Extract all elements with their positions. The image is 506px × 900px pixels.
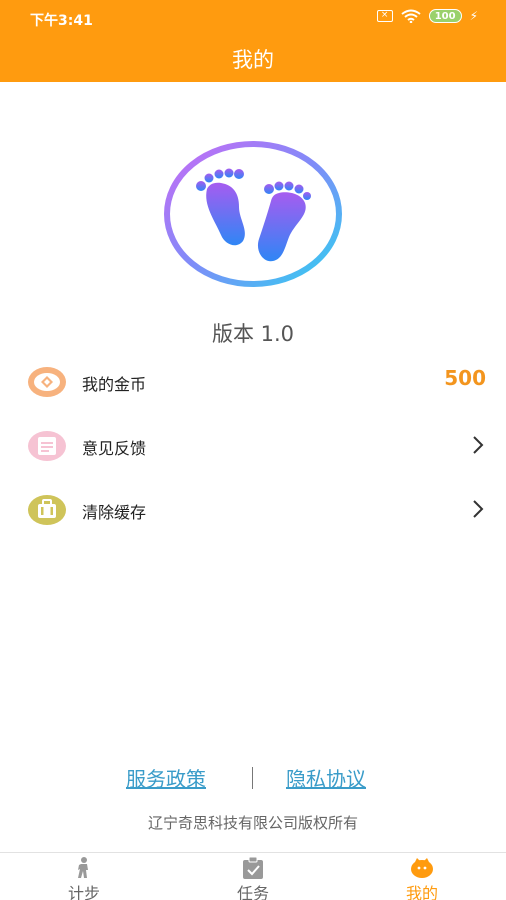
link-divider — [252, 767, 253, 789]
feedback-label: 意见反馈 — [82, 439, 147, 458]
status-bar: 下午3:41 × 100 ⚡ — [0, 0, 506, 34]
tab-steps-label: 计步 — [67, 884, 100, 900]
feedback-icon — [28, 431, 66, 461]
copyright-text: 辽宁奇思科技有限公司版权所有 — [147, 814, 358, 832]
coins-value: 500 — [444, 366, 486, 390]
menu-item-coins[interactable]: 我的金币 500 — [0, 354, 506, 414]
wifi-icon — [401, 9, 421, 23]
app-version: 版本 1.0 — [211, 322, 295, 346]
top-app-bar: 下午3:41 × 100 ⚡ 我的 — [0, 0, 506, 82]
charging-icon: ⚡ — [469, 9, 478, 23]
face-icon — [411, 858, 433, 878]
tab-steps[interactable]: 计步 — [0, 853, 168, 900]
menu-item-feedback[interactable]: 意见反馈 — [0, 418, 506, 478]
footprints-logo-icon — [164, 141, 342, 287]
chevron-right-icon — [473, 436, 484, 454]
tab-tasks[interactable]: 任务 — [169, 853, 337, 900]
status-icons: × 100 ⚡ — [376, 9, 478, 23]
service-policy-link[interactable]: 服务政策 — [126, 763, 206, 792]
chevron-right-icon — [473, 500, 484, 518]
menu-item-clear-cache[interactable]: 清除缓存 — [0, 482, 506, 542]
battery-level: 100 — [428, 9, 462, 23]
walking-person-icon — [78, 857, 88, 878]
coin-icon — [28, 367, 66, 397]
coins-label: 我的金币 — [82, 375, 147, 394]
tab-tasks-label: 任务 — [236, 884, 269, 900]
tab-mine-label: 我的 — [405, 884, 438, 900]
page-title: 我的 — [232, 48, 274, 72]
policy-links: 服务政策 隐私协议 — [0, 763, 506, 793]
bottom-tab-bar: 计步 任务 我的 — [0, 852, 506, 900]
briefcase-icon — [28, 495, 66, 525]
clear-cache-label: 清除缓存 — [82, 503, 147, 522]
status-time: 下午3:41 — [30, 13, 93, 29]
no-sim-icon: × — [376, 10, 393, 22]
task-clipboard-icon — [243, 857, 263, 879]
privacy-agreement-link[interactable]: 隐私协议 — [286, 763, 366, 792]
tab-mine[interactable]: 我的 — [338, 853, 506, 900]
